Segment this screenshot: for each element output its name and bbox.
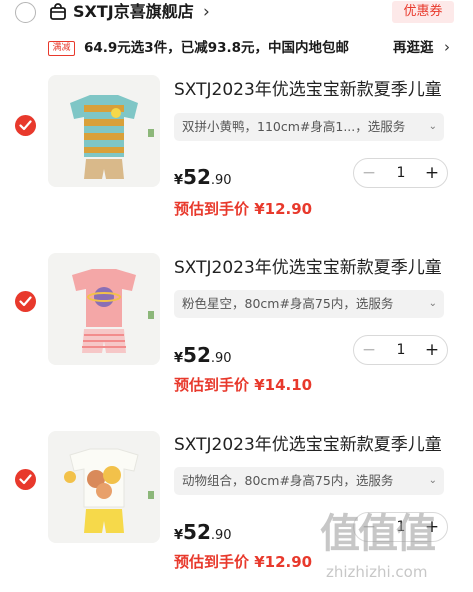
product-title[interactable]: SXTJ2023年优选宝宝新款夏季儿童 (174, 433, 464, 457)
price-decimal: .90 (210, 351, 232, 366)
item-checkbox[interactable] (15, 469, 36, 490)
price-currency: ¥ (174, 528, 184, 543)
price-integer: 52 (183, 520, 211, 544)
estimated-price: 预估到手价 ¥14.10 (174, 376, 313, 394)
item-price: ¥52.90 (174, 519, 232, 549)
check-icon (19, 120, 32, 131)
chevron-right-icon[interactable]: › (203, 1, 210, 23)
chevron-down-icon: ⌄ (428, 121, 437, 132)
estimated-price: 预估到手价 ¥12.90 (174, 200, 313, 218)
item-price: ¥52.90 (174, 342, 232, 372)
promo-tag: 满减 (48, 41, 75, 56)
price-currency: ¥ (174, 173, 184, 188)
coupon-button[interactable]: 优惠券 (392, 1, 454, 23)
price-integer: 52 (183, 343, 211, 367)
price-currency: ¥ (174, 351, 184, 366)
promo-text: 64.9元选3件，已减93.8元，中国内地包邮 (84, 40, 350, 56)
product-image[interactable] (48, 431, 160, 543)
spec-text: 双拼小黄鸭，110cm#身高1...，选服务 (182, 119, 406, 134)
cart-item: SXTJ2023年优选宝宝新款夏季儿童 双拼小黄鸭，110cm#身高1...，选… (0, 68, 473, 238)
quantity-value[interactable]: 1 (386, 159, 416, 187)
quantity-stepper: − 1 + (353, 335, 448, 365)
promo-bar: 满减 64.9元选3件，已减93.8元，中国内地包邮 再逛逛 › (0, 33, 473, 63)
shop-more-link[interactable]: 再逛逛 (393, 37, 434, 59)
chevron-down-icon: ⌄ (428, 298, 437, 309)
check-icon (19, 296, 32, 307)
product-image[interactable] (48, 75, 160, 187)
item-checkbox[interactable] (15, 115, 36, 136)
watermark-url: zhizhizhi.com (326, 563, 428, 581)
spec-selector[interactable]: 粉色星空，80cm#身高75内，选服务 ⌄ (174, 290, 444, 318)
chevron-down-icon: ⌄ (428, 475, 437, 486)
item-checkbox[interactable] (15, 291, 36, 312)
spec-text: 粉色星空，80cm#身高75内，选服务 (182, 296, 394, 311)
spec-text: 动物组合，80cm#身高75内，选服务 (182, 473, 394, 488)
shop-select-radio[interactable] (15, 2, 36, 23)
product-title[interactable]: SXTJ2023年优选宝宝新款夏季儿童 (174, 78, 464, 102)
price-decimal: .90 (210, 173, 232, 188)
watermark-logo: 值值值 (320, 511, 436, 557)
check-icon (19, 474, 32, 485)
price-decimal: .90 (210, 528, 232, 543)
cart-item: SXTJ2023年优选宝宝新款夏季儿童 粉色星空，80cm#身高75内，选服务 … (0, 246, 473, 416)
shop-name[interactable]: SXTJ京喜旗舰店 (73, 1, 194, 23)
increase-button[interactable]: + (417, 159, 447, 187)
spec-selector[interactable]: 双拼小黄鸭，110cm#身高1...，选服务 ⌄ (174, 113, 444, 141)
product-image[interactable] (48, 253, 160, 365)
shop-header: SXTJ京喜旗舰店 › 优惠券 (0, 0, 473, 30)
quantity-value[interactable]: 1 (386, 336, 416, 364)
shop-bag-icon (50, 3, 66, 20)
increase-button[interactable]: + (417, 336, 447, 364)
item-price: ¥52.90 (174, 164, 232, 194)
decrease-button[interactable]: − (354, 159, 384, 187)
chevron-right-icon[interactable]: › (444, 36, 450, 58)
price-integer: 52 (183, 165, 211, 189)
estimated-price: 预估到手价 ¥12.90 (174, 553, 313, 571)
watermark: 值值值 zhizhizhi.com (320, 512, 470, 592)
product-title[interactable]: SXTJ2023年优选宝宝新款夏季儿童 (174, 256, 464, 280)
spec-selector[interactable]: 动物组合，80cm#身高75内，选服务 ⌄ (174, 467, 444, 495)
decrease-button[interactable]: − (354, 336, 384, 364)
quantity-stepper: − 1 + (353, 158, 448, 188)
